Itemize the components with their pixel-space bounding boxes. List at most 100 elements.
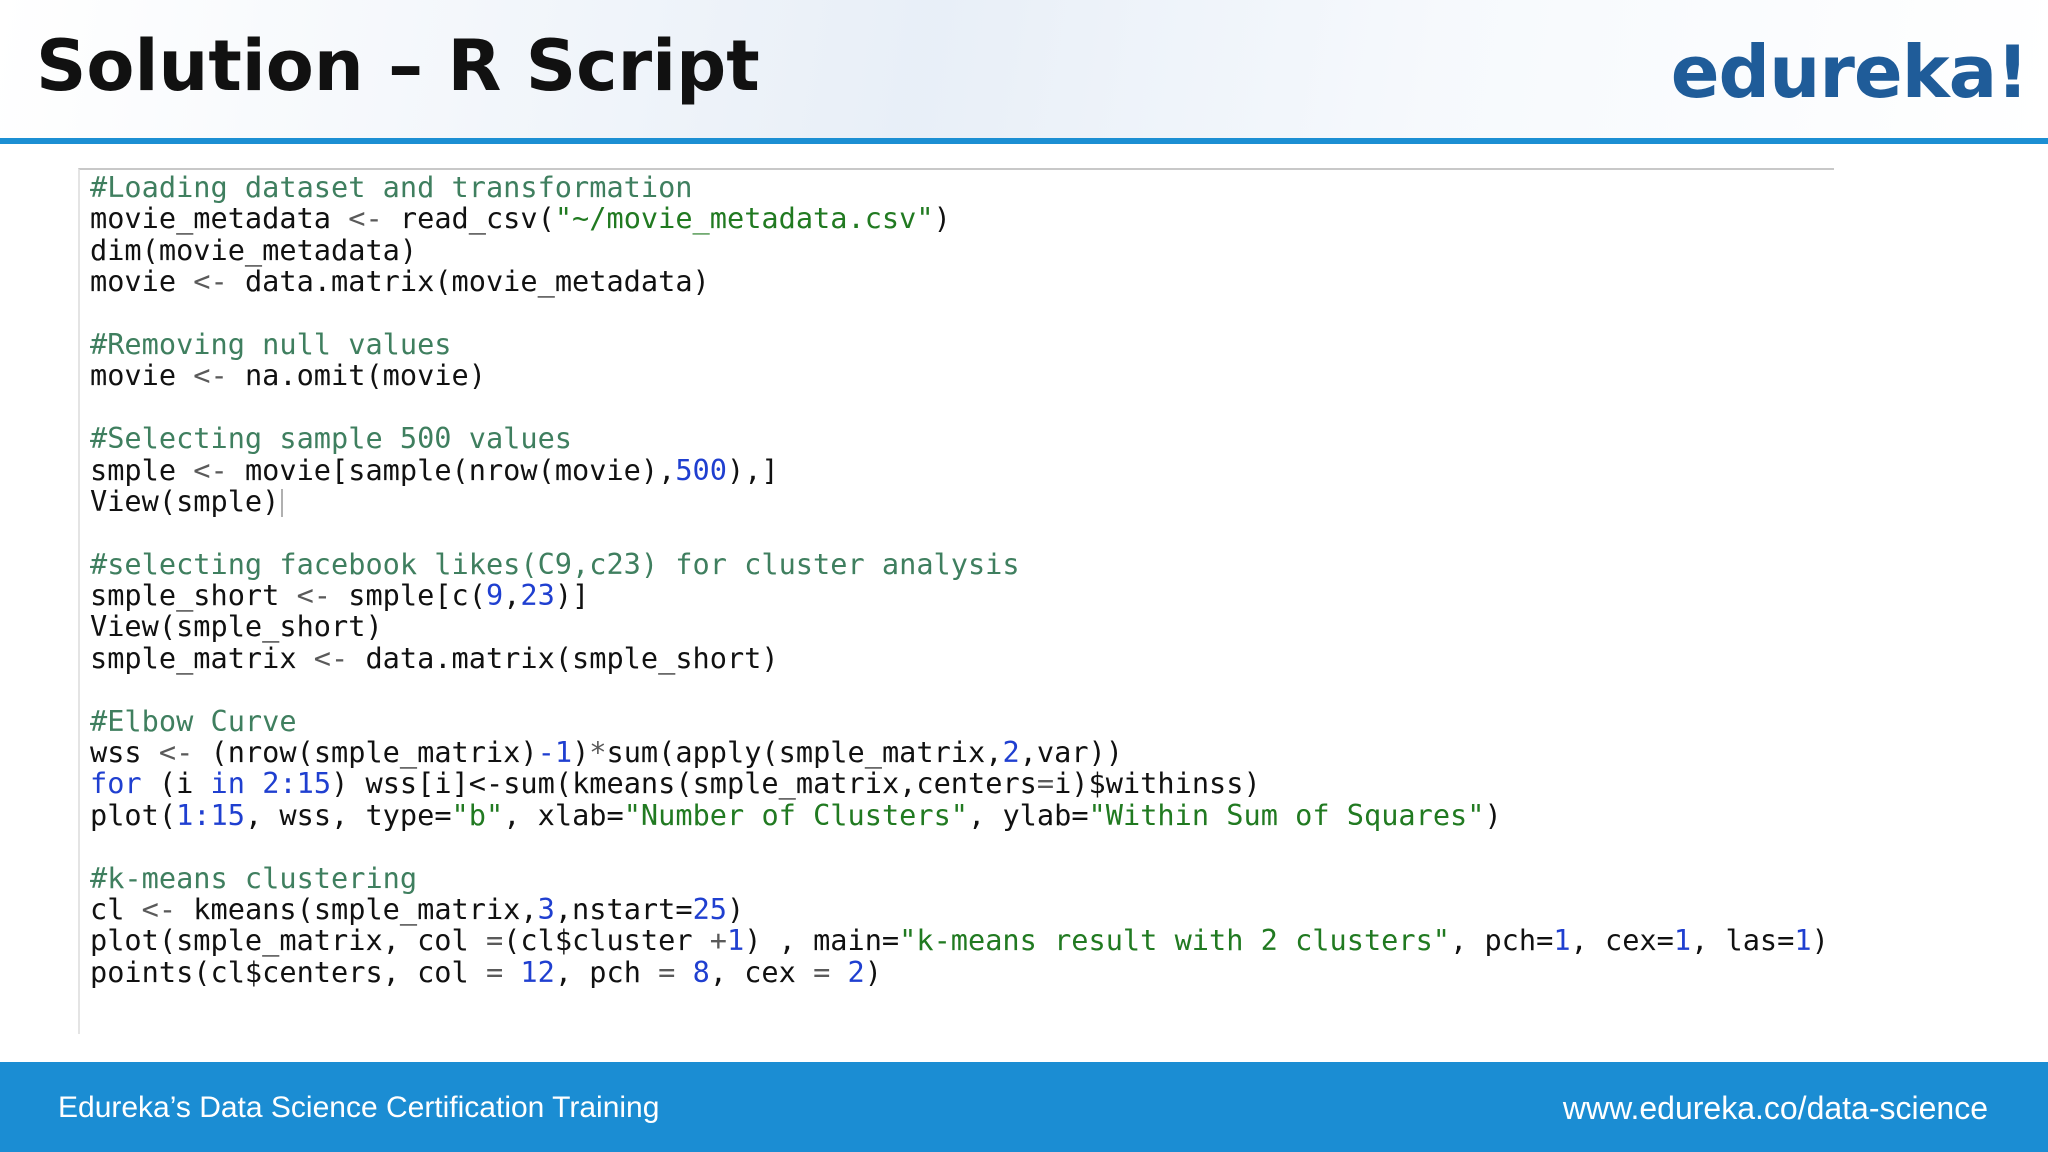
code-token-comment: #k-means clustering	[90, 860, 418, 895]
code-token-plain: read_csv(	[382, 201, 555, 236]
code-token-number: 1:15	[176, 797, 245, 832]
code-token-plain: plot(	[90, 797, 177, 832]
code-token-plain: cl	[90, 891, 142, 926]
code-token-op: <-	[313, 640, 349, 675]
code-token-plain: )	[572, 735, 590, 770]
code-line: plot(smple_matrix, col =(cl$cluster +1) …	[90, 925, 1829, 956]
code-token-comment: #Loading dataset and transformation	[90, 170, 693, 204]
code-line: #Selecting sample 500 values	[90, 421, 1829, 456]
code-token-string: "Number of Clusters"	[623, 797, 969, 832]
footer-course-name: Edureka’s Data Science Certification Tra…	[58, 1091, 660, 1124]
code-line: #Loading dataset and transformation	[90, 170, 1829, 204]
code-token-number: 25	[692, 891, 727, 926]
code-token-op: <-	[296, 578, 332, 613]
code-token-plain: data.matrix(smple_short)	[348, 640, 779, 675]
code-token-plain: )	[727, 891, 745, 926]
code-line: dim(movie_metadata)	[90, 232, 1829, 267]
code-token-op: <-	[193, 452, 228, 487]
code-token-op: =	[813, 954, 831, 989]
code-token-comment: #Selecting sample 500 values	[90, 421, 573, 456]
code-token-plain: movie_metadata	[90, 201, 349, 236]
code-token-op: *	[589, 735, 607, 770]
code-token-comment: #selecting facebook likes(C9,c23) for cl…	[90, 546, 1020, 581]
code-token-plain: smple[c(	[331, 578, 486, 613]
code-token-op: =	[658, 954, 676, 989]
code-token-op: +	[709, 923, 727, 958]
code-line: for (i in 2:15) wss[i]<-sum(kmeans(smple…	[90, 768, 1829, 799]
code-token-plain: ,	[503, 578, 521, 613]
code-token-plain: sum(apply(smple_matrix,	[606, 735, 1003, 770]
code-line: View(smple)	[90, 483, 1829, 518]
code-line: plot(1:15, wss, type="b", xlab="Number o…	[90, 797, 1829, 832]
header-divider	[0, 138, 2048, 144]
code-token-op: =	[485, 923, 504, 958]
code-token-plain: )	[864, 954, 882, 989]
code-line: movie_metadata <- read_csv("~/movie_meta…	[90, 203, 1829, 234]
slide-header: Solution – R Script edureka!	[0, 0, 2048, 140]
code-line: points(cl$centers, col = 12, pch = 8, ce…	[90, 954, 1829, 989]
code-token-comment: #Removing null values	[90, 326, 452, 361]
code-token-comment: #Elbow Curve	[90, 703, 297, 738]
code-token-plain: plot(smple_matrix, col	[90, 923, 486, 958]
code-line: smple_matrix <- data.matrix(smple_short)	[90, 640, 1829, 675]
code-token-plain: View(smple)	[90, 483, 280, 518]
code-line: #Removing null values	[90, 326, 1829, 361]
code-token-plain: ) , main=	[744, 923, 900, 958]
code-token-op: <-	[348, 201, 383, 236]
code-token-plain: smple_matrix	[90, 640, 314, 675]
code-line: cl <- kmeans(smple_matrix,3,nstart=25)	[90, 891, 1829, 926]
code-token-number: 1	[726, 923, 745, 958]
code-token-op: <-	[141, 891, 177, 926]
code-token-keyword: in	[210, 766, 245, 801]
code-token-string: "b"	[451, 797, 504, 832]
code-token-plain: wss	[90, 735, 159, 770]
code-token-plain: , pch	[554, 954, 659, 989]
code-line: #Elbow Curve	[90, 703, 1829, 738]
code-token-plain: na.omit(movie)	[227, 358, 486, 393]
code-token-op: <-	[193, 358, 228, 393]
text-cursor	[281, 488, 284, 517]
code-line: View(smple_short)	[90, 611, 1829, 642]
r-script-code: #Loading dataset and transformation movie…	[90, 170, 1829, 989]
edureka-logo: edureka!	[1670, 30, 2029, 114]
code-token-number: -1	[537, 735, 573, 770]
code-line: wss <- (nrow(smple_matrix)-1)*sum(apply(…	[90, 735, 1829, 770]
code-token-plain: ),]	[726, 452, 779, 487]
slide-footer: Edureka’s Data Science Certification Tra…	[0, 1062, 2048, 1152]
code-token-number: 9	[485, 578, 504, 613]
code-token-plain: , xlab=	[503, 797, 624, 832]
code-line: #selecting facebook likes(C9,c23) for cl…	[90, 546, 1829, 581]
code-token-plain: smple_short	[90, 578, 297, 613]
code-token-plain: movie[sample(nrow(movie),	[227, 452, 676, 487]
code-line: movie <- na.omit(movie)	[90, 360, 1829, 391]
code-token-op: <-	[193, 264, 228, 299]
code-token-plain: i)$withinss)	[1054, 766, 1261, 801]
code-token-string: "Within Sum of Squares"	[1088, 797, 1485, 832]
code-token-string: "k-means result with 2 clusters"	[899, 923, 1451, 958]
code-token-op: =	[1036, 766, 1055, 801]
code-editor-panel[interactable]: #Loading dataset and transformation movie…	[78, 168, 1834, 1034]
code-line: movie <- data.matrix(movie_metadata)	[90, 264, 1829, 299]
code-token-plain: smple	[90, 452, 194, 487]
code-token-plain: )	[1484, 797, 1502, 832]
code-token-plain: )	[1811, 923, 1829, 958]
code-token-number: 12	[520, 954, 555, 989]
code-token-number: 500	[675, 452, 727, 487]
footer-url: www.edureka.co/data-science	[1562, 1090, 1988, 1126]
code-token-number: 8	[692, 954, 710, 989]
code-token-plain: points(cl$centers, col	[90, 954, 486, 989]
code-token-string: "~/movie_metadata.csv"	[554, 201, 934, 236]
code-token-plain: ,nstart=	[554, 891, 693, 926]
code-token-number: 2	[1002, 735, 1020, 770]
code-token-plain: , cex	[709, 954, 814, 989]
code-token-plain: data.matrix(movie_metadata)	[227, 264, 710, 299]
code-token-plain: dim(movie_metadata)	[90, 232, 418, 267]
slide-title: Solution – R Script	[36, 25, 760, 107]
code-line: smple_short <- smple[c(9,23)]	[90, 578, 1829, 613]
